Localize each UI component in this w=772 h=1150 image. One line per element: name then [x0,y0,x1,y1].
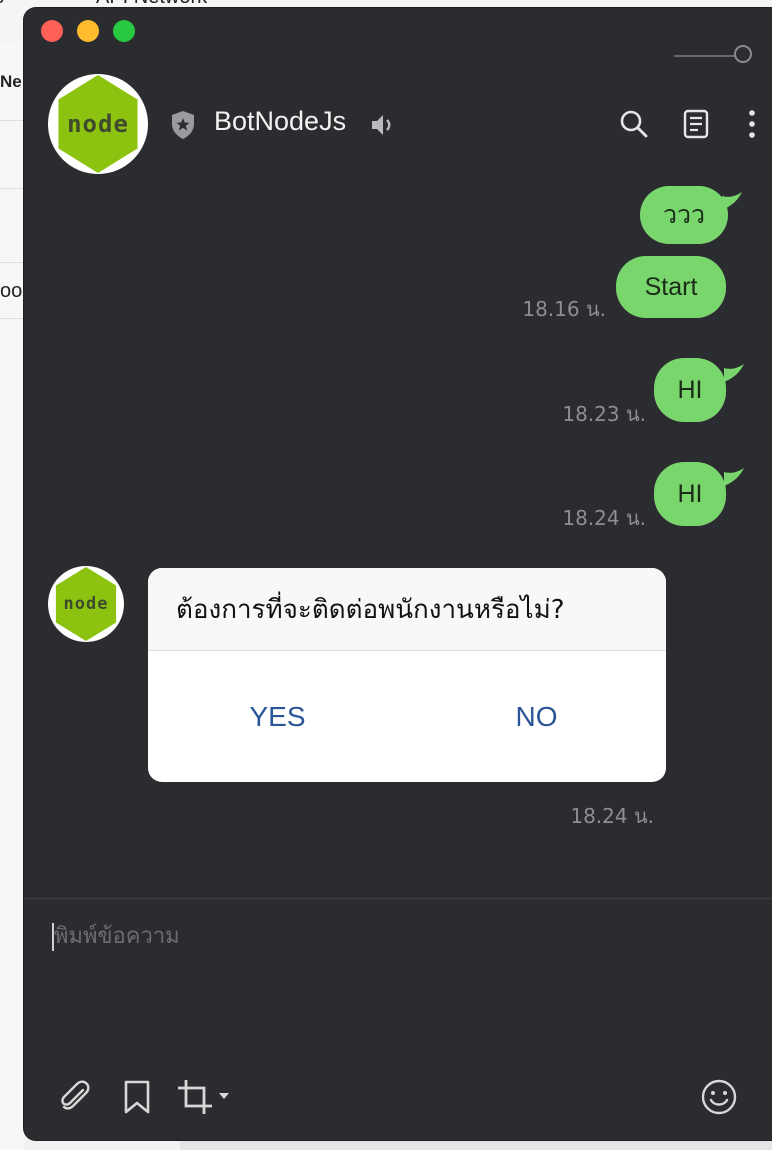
nodejs-logo: node [58,75,138,173]
background-text: Ne [0,72,22,91]
message-bubble[interactable]: ววว [640,186,728,244]
bubble-tail [722,192,742,210]
opacity-slider-track[interactable] [674,55,738,57]
bubble-tail [724,364,744,382]
emoji-icon[interactable] [700,1078,738,1116]
background-divider [0,120,24,121]
paperclip-icon[interactable] [56,1078,94,1116]
message-text: HI [677,375,703,404]
bot-message-avatar[interactable]: node [48,566,124,642]
message-text: HI [677,479,703,508]
close-window-button[interactable] [41,20,63,42]
message-bubble[interactable]: Start [616,256,726,318]
background-divider [0,262,24,263]
opacity-slider-knob[interactable] [734,45,752,63]
bookmark-icon[interactable] [118,1078,156,1116]
more-icon[interactable] [736,108,768,140]
background-divider [0,318,24,319]
shield-star-icon [172,111,194,139]
message-bubble[interactable]: HI [654,358,726,422]
bot-avatar[interactable]: node [48,74,148,174]
chevron-down-icon[interactable] [218,1091,230,1101]
minimize-window-button[interactable] [77,20,99,42]
confirm-card: ต้องการที่จะติดต่อพนักงานหรือไม่? YES NO [148,568,666,782]
zoom-window-button[interactable] [113,20,135,42]
chat-window: node BotNodeJs ววว Start 18.16 น. HI 18.… [24,8,772,1140]
logo-text: node [67,110,129,138]
yes-button[interactable]: YES [148,651,407,782]
message-text: ววว [662,201,706,229]
background-divider [0,188,24,189]
background-sidebar [0,44,24,1150]
message-text: Start [644,272,698,301]
message-time: 18.16 น. [522,297,606,321]
note-icon[interactable] [680,108,712,140]
background-bottom [180,1140,772,1150]
message-bubble[interactable]: HI [654,462,726,526]
composer-divider [24,898,772,899]
no-button[interactable]: NO [407,651,666,782]
crop-icon[interactable] [176,1078,214,1116]
confirm-actions: YES NO [148,651,666,782]
background-text: oo [0,280,23,302]
nodejs-logo: node [55,567,117,641]
confirm-question: ต้องการที่จะติดต่อพนักงานหรือไม่? [148,568,666,651]
message-time: 18.23 น. [562,402,646,426]
message-input[interactable]: พิมพ์ข้อความ [54,918,734,958]
message-time: 18.24 น. [562,506,646,530]
speaker-icon[interactable] [370,112,396,138]
search-icon[interactable] [618,108,650,140]
bubble-tail [724,468,744,486]
logo-text: node [63,594,109,614]
background-text: s [0,0,4,9]
message-time: 18.24 น. [570,804,654,828]
chat-title: BotNodeJs [214,106,347,136]
